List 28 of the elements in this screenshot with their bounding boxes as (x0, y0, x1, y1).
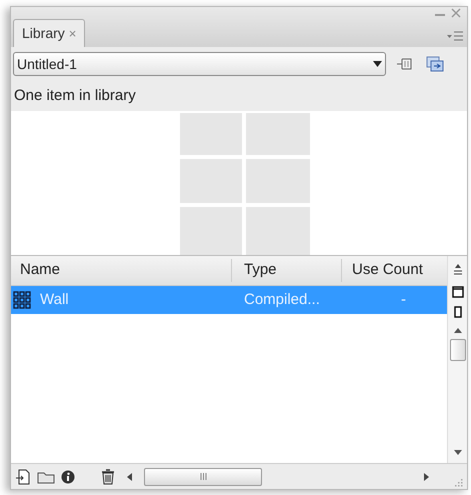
tab[interactable]: Library × (13, 19, 86, 47)
resize-grip-icon[interactable] (453, 477, 463, 487)
grid-symbol-icon (13, 291, 31, 309)
item-use-count: - (400, 290, 407, 310)
info-icon[interactable] (61, 470, 75, 484)
sort-order-icon[interactable] (452, 264, 462, 276)
item-type: Compiled... (243, 290, 321, 310)
panel-menu-icon[interactable] (447, 31, 463, 41)
item-name: Wall (40, 290, 69, 310)
document-dropdown[interactable]: Untitled-1 (13, 52, 386, 76)
scroll-up-icon[interactable] (454, 328, 462, 333)
folder-icon[interactable] (37, 470, 55, 484)
horizontal-scrollbar-thumb[interactable] (144, 468, 262, 486)
scroll-left-icon[interactable] (127, 472, 132, 480)
vertical-scrollbar-thumb[interactable] (450, 339, 466, 361)
scroll-down-icon[interactable] (454, 450, 462, 455)
pin-icon[interactable] (396, 56, 414, 72)
trash-icon[interactable] (101, 468, 115, 484)
wide-state-icon[interactable] (452, 286, 464, 298)
column-header[interactable]: Type (231, 259, 341, 282)
item-count-text: One item in library (14, 86, 136, 106)
dropdown-arrow-icon (373, 61, 382, 67)
column-header[interactable]: Name (11, 259, 231, 282)
scroll-right-icon[interactable] (424, 472, 429, 480)
new-symbol-icon[interactable] (15, 468, 31, 484)
new-library-panel-icon[interactable] (426, 56, 444, 72)
narrow-state-icon[interactable] (454, 306, 462, 318)
grip-icon (200, 473, 206, 480)
